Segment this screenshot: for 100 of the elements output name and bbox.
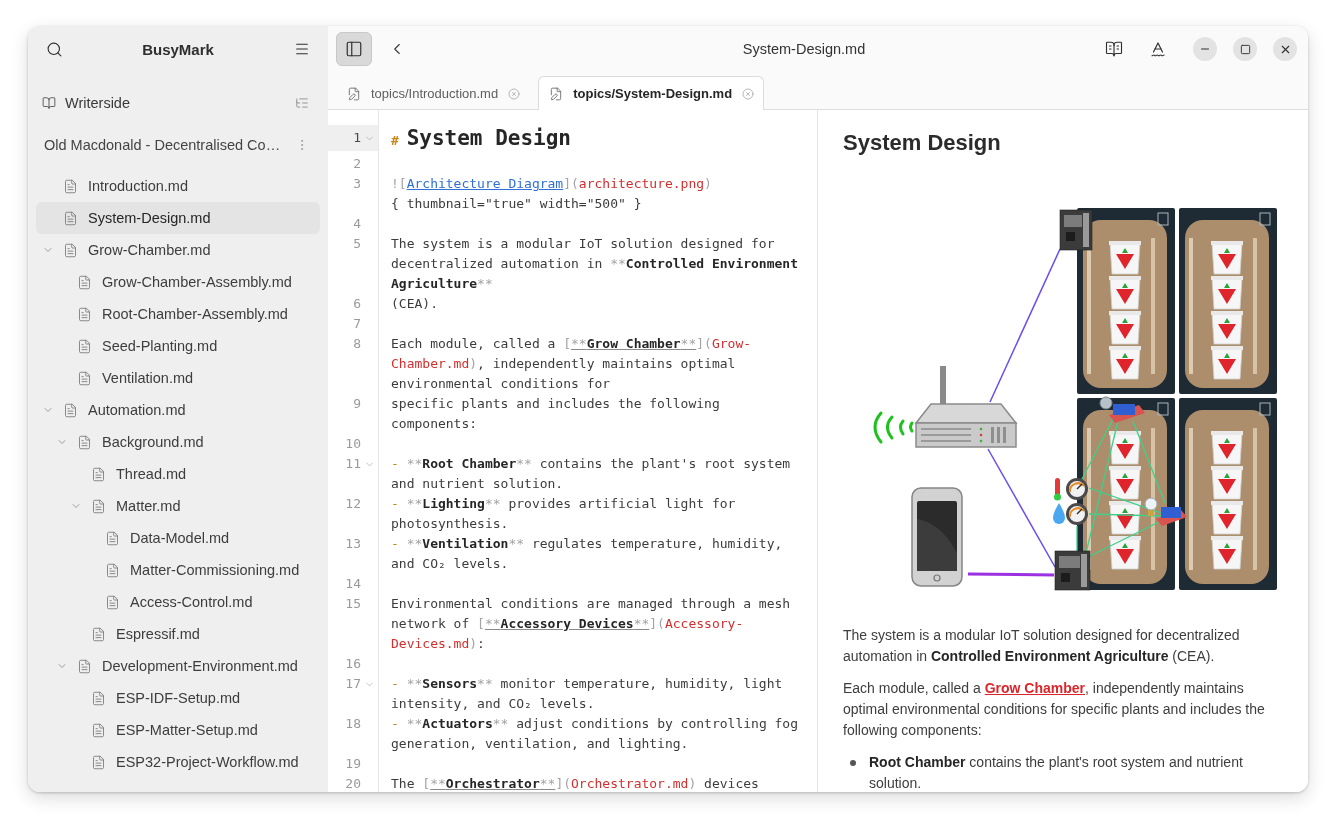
water-drop-icon [1053, 503, 1065, 524]
wifi-waves-icon [873, 411, 914, 444]
code-line: - **Root Chamber** contains the plant's root system and nutrient solution. [390, 455, 792, 493]
tree-item[interactable]: Automation.md [36, 394, 320, 426]
list-icon[interactable] [295, 96, 309, 110]
line-number: 15 [344, 595, 361, 613]
file-icon [91, 754, 106, 770]
tree-item[interactable]: ESP-IDF-Setup.md [36, 682, 320, 714]
line-number: 5 [352, 235, 361, 253]
tree-item[interactable]: Grow-Chamber-Assembly.md [36, 266, 320, 298]
code-line: - **Lighting** provides artificial light for photosynthesis. [390, 495, 737, 533]
tree-item[interactable]: System-Design.md [36, 202, 320, 234]
code-line: The [**Orchestrator**](Orchestrator.md) devices [390, 775, 760, 792]
file-icon [77, 658, 92, 674]
tree-item[interactable]: Espressif.md [36, 618, 320, 650]
line-number: 10 [344, 435, 361, 453]
line-number: 18 [344, 715, 361, 733]
line-number: 11 [344, 455, 361, 473]
file-icon [77, 434, 92, 450]
tree-item[interactable]: Grow-Chamber.md [36, 234, 320, 266]
preview-heading: System Design [843, 129, 1002, 157]
maximize-button[interactable] [1233, 37, 1257, 61]
file-icon [91, 690, 106, 706]
tree-item[interactable]: Background.md [36, 426, 320, 458]
line-number: 19 [344, 755, 361, 773]
light-bulb-icon [1144, 497, 1158, 516]
spell-check-icon [1149, 40, 1167, 58]
workspace-label: Writerside [65, 95, 130, 111]
tree-item[interactable]: Matter-Commissioning.md [36, 554, 320, 586]
file-edit-icon [549, 86, 564, 101]
file-icon [77, 274, 92, 290]
minimize-button[interactable] [1193, 37, 1217, 61]
list-item: Root Chamber contains the plant's root system and nutrient solution. [869, 753, 1244, 792]
code-line: ![Architecture Diagram](architecture.png) { thumbnail="true" width="500" } [390, 175, 713, 213]
menu-icon [294, 41, 310, 57]
line-number: 12 [344, 495, 361, 513]
file-icon [105, 594, 120, 610]
project-title: Old Macdonald - Decentralised Co… [44, 137, 281, 153]
tree-item[interactable]: Access-Control.md [36, 586, 320, 618]
file-icon [77, 306, 92, 322]
code-line: Environmental conditions are managed through a mesh network of [**Accessory Devices**](Accessory-Devices.md): [390, 595, 792, 653]
tree-item[interactable]: Introduction.md [36, 170, 320, 202]
line-number: 7 [352, 315, 361, 333]
code-line: # System Design [390, 125, 573, 152]
book-icon [42, 96, 56, 110]
search-icon [45, 40, 63, 58]
file-icon [105, 562, 120, 578]
sidebar-toggle-button[interactable] [336, 32, 372, 66]
book-icon [1105, 40, 1123, 58]
file-icon [105, 530, 120, 546]
line-number: 3 [352, 175, 361, 193]
gauge-icon [1066, 478, 1088, 500]
tree-item[interactable]: Data-Model.md [36, 522, 320, 554]
code-line: - **Actuators** adjust conditions by controlling fog generation, ventilation, and lighting. [390, 715, 799, 753]
line-number: 8 [352, 335, 361, 353]
line-number: 20 [344, 775, 361, 792]
close-icon[interactable] [742, 87, 755, 100]
code-line: specific plants and includes the following components: [390, 395, 721, 433]
circuit-board-drawing [1059, 209, 1093, 251]
maximize-icon [1239, 43, 1251, 55]
tree-item[interactable]: Seed-Planting.md [36, 330, 320, 362]
line-number: 4 [352, 215, 361, 233]
tab[interactable]: topics/Introduction.md [336, 76, 531, 110]
file-icon [91, 466, 106, 482]
paragraph: The system is a modular IoT solution designed for decentralized automation in Controlled Environment Agriculture (CEA). [843, 626, 1241, 666]
code-line: The system is a modular IoT solution designed for decentralized automation in **Controlled Environment Agriculture** [390, 235, 799, 293]
app-title: BusyMark [142, 40, 214, 58]
file-icon [63, 402, 78, 418]
file-icon [91, 498, 106, 514]
tree-item[interactable]: Ventilation.md [36, 362, 320, 394]
line-number: 9 [352, 395, 361, 413]
thermometer-icon [1054, 478, 1061, 501]
file-icon [63, 210, 78, 226]
close-icon[interactable] [508, 87, 521, 100]
paragraph: Each module, called a Grow Chamber, independently maintains optimal environmental conditions for specific plants and includes the following components: [843, 679, 1266, 740]
file-icon [91, 722, 106, 738]
tab[interactable]: topics/System-Design.md [538, 76, 765, 110]
tree-item[interactable]: ESP-Matter-Setup.md [36, 714, 320, 746]
mesh-line [1076, 525, 1078, 552]
line-number: 16 [344, 655, 361, 673]
link[interactable]: Grow Chamber [984, 680, 1085, 696]
gauge-icon [1066, 503, 1088, 525]
file-icon [63, 178, 78, 194]
close-button[interactable] [1273, 37, 1297, 61]
code-line: - **Ventilation** regulates temperature, humidity, and CO₂ levels. [390, 535, 784, 573]
file-icon [63, 242, 78, 258]
sidebar-icon [345, 40, 363, 58]
circuit-board-drawing [1054, 550, 1091, 591]
line-number: 2 [352, 155, 361, 173]
tree-item[interactable]: Development-Environment.md [36, 650, 320, 682]
tree-item[interactable]: Matter.md [36, 490, 320, 522]
code-line: - **Sensors** monitor temperature, humidity, light intensity, and CO₂ levels. [390, 675, 784, 713]
line-number: 6 [352, 295, 361, 313]
line-number: 1 [352, 129, 361, 147]
tree-item[interactable]: ESP32-Project-Workflow.md [36, 746, 320, 778]
tree-item[interactable]: Root-Chamber-Assembly.md [36, 298, 320, 330]
bullet-icon [850, 760, 856, 766]
file-icon [77, 338, 92, 354]
tree-item[interactable]: Thread.md [36, 458, 320, 490]
line-number: 14 [344, 575, 361, 593]
